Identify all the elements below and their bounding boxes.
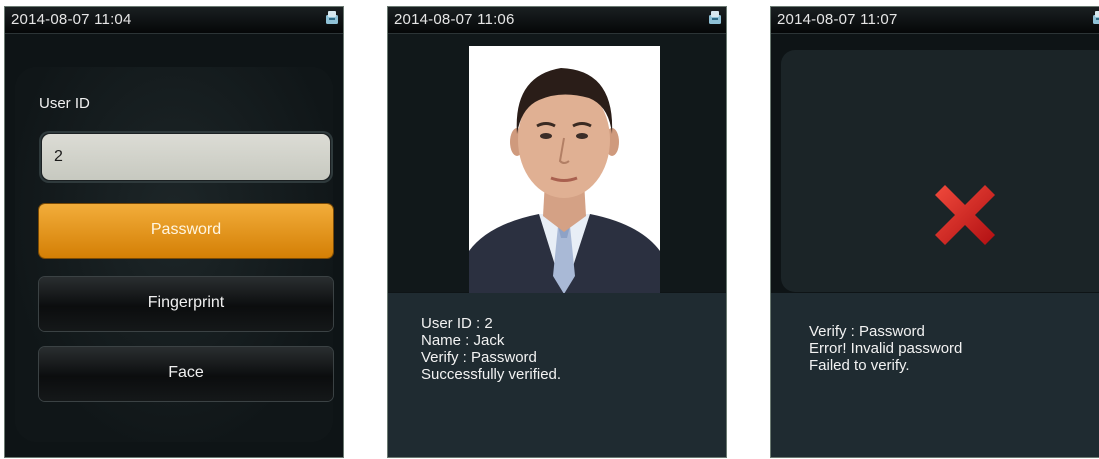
fingerprint-button-label: Fingerprint (147, 294, 225, 311)
card-reader-icon (324, 10, 340, 26)
verify-failure-screen: 2014-08-07 11:07 Verify : Password Error… (770, 6, 1099, 458)
clock-time: 2014-08-07 11:06 (394, 11, 515, 28)
verify-input-screen: 2014-08-07 11:04 User ID 2 Password Fing… (4, 6, 344, 458)
red-x-icon (927, 177, 1003, 258)
clock-time: 2014-08-07 11:07 (777, 11, 898, 28)
user-id-line: User ID : 2 (421, 315, 493, 332)
result-area (781, 50, 1099, 292)
name-line: Name : Jack (421, 332, 505, 349)
info-area (771, 293, 1099, 457)
password-button[interactable]: Password (39, 204, 333, 258)
fingerprint-button[interactable]: Fingerprint (39, 277, 333, 331)
face-button[interactable]: Face (39, 347, 333, 401)
verify-mode-line: Verify : Password (809, 323, 925, 340)
clock-time: 2014-08-07 11:04 (11, 11, 132, 28)
status-bar: 2014-08-07 11:06 (388, 7, 726, 34)
verification-info: User ID : 2 Name : Jack Verify : Passwor… (421, 315, 561, 383)
result-line: Failed to verify. (809, 357, 910, 374)
face-button-label: Face (168, 364, 204, 381)
user-id-value[interactable]: 2 (42, 134, 330, 180)
status-bar: 2014-08-07 11:07 (771, 7, 1099, 34)
card-reader-icon (1091, 10, 1099, 26)
verification-info: Verify : Password Error! Invalid passwor… (809, 323, 962, 374)
user-photo (469, 46, 660, 294)
verify-success-screen: 2014-08-07 11:06 User ID: 2 Name: Jack… (387, 6, 727, 458)
result-line: Successfully verified. (421, 366, 562, 383)
card-reader-icon (707, 10, 723, 26)
password-button-label: Password (150, 221, 222, 238)
status-bar: 2014-08-07 11:04 (5, 7, 343, 34)
user-id-label: User ID (39, 95, 90, 112)
user-id-field[interactable]: 2 (39, 131, 333, 183)
error-line: Error! Invalid password (809, 340, 963, 357)
verify-mode-line: Verify : Password (421, 349, 537, 366)
